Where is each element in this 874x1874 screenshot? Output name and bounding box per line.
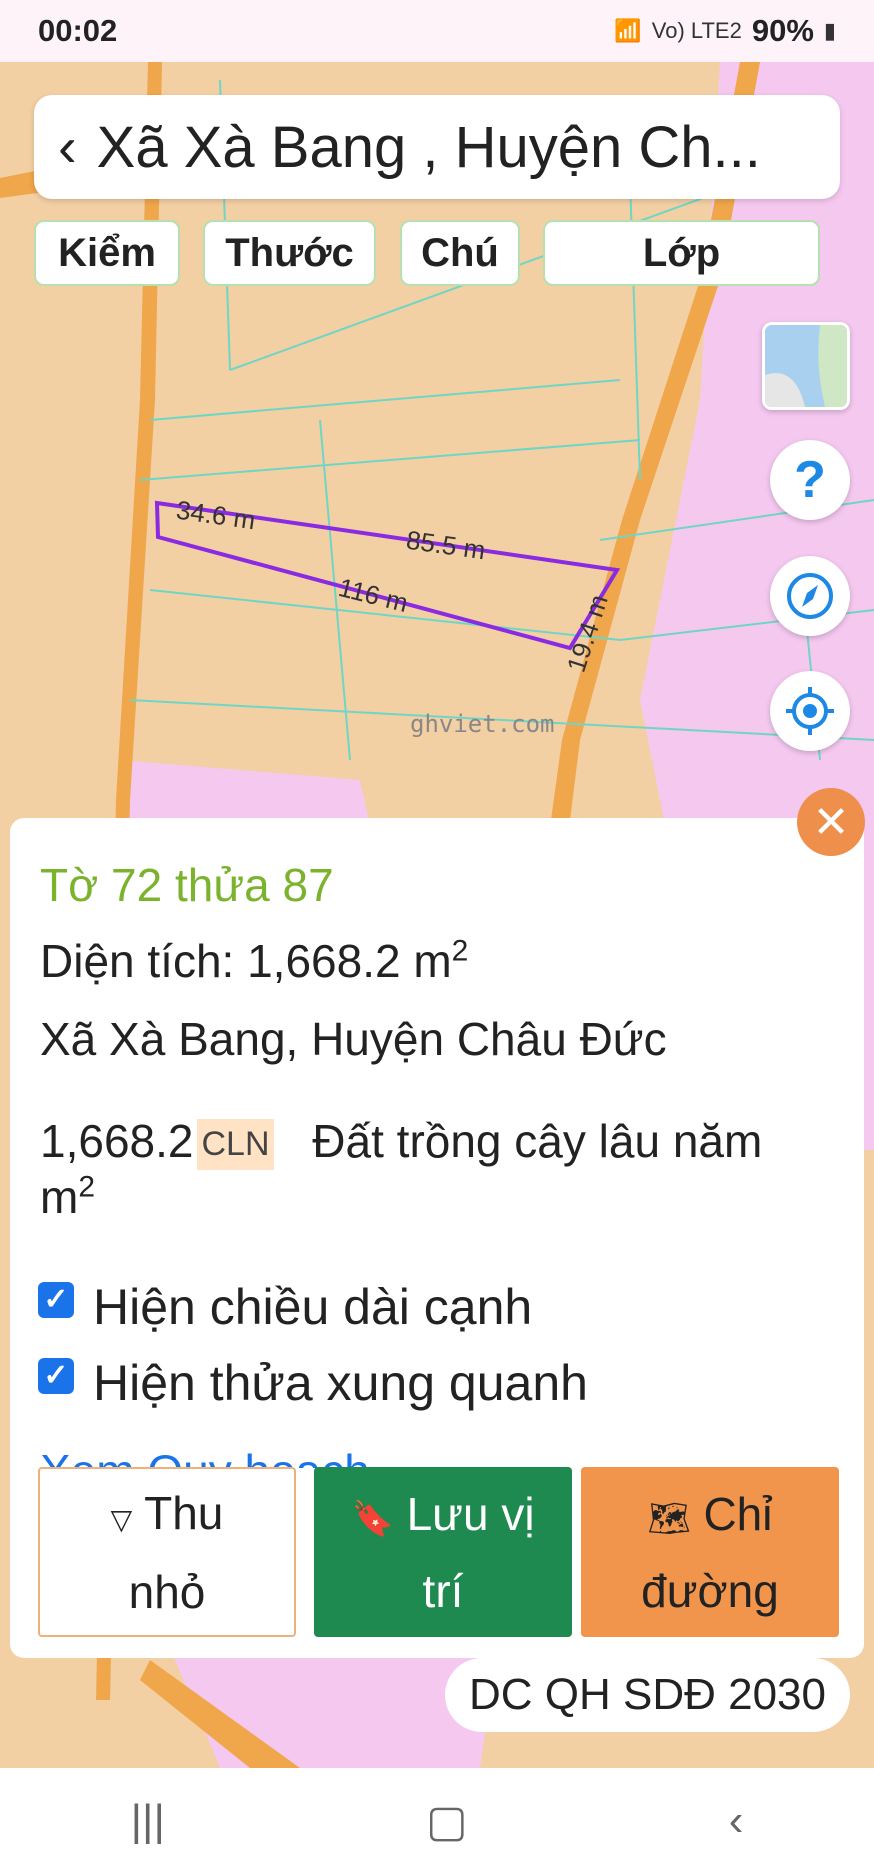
system-nav-bar: ||| ▢ ‹ [0, 1768, 874, 1874]
page-title[interactable]: Xã Xà Bang , Huyện Ch... [97, 114, 807, 181]
triangle-down-icon: ▽ [110, 1503, 133, 1535]
planning-layer-badge[interactable]: DC QH SDĐ 2030 [444, 1658, 850, 1732]
show-neighbors-checkbox[interactable]: ✓ [38, 1358, 74, 1394]
thuoc-button[interactable]: Thước [203, 220, 376, 286]
battery-text: 90% [751, 13, 814, 48]
recent-apps-icon[interactable]: ||| [131, 1796, 165, 1846]
map-icon: 🗺 [647, 1499, 691, 1538]
home-icon[interactable]: ▢ [426, 1796, 468, 1847]
show-edge-length-label[interactable]: Hiện chiều dài cạnh [93, 1278, 532, 1336]
chevron-left-icon[interactable]: ‹ [58, 119, 77, 175]
status-bar: 00:02 📶 Vo) LTE2 90% ▮ [0, 0, 874, 62]
wifi-icon: 📶 [614, 18, 642, 43]
parcel-address: Xã Xà Bang, Huyện Châu Đức [40, 1013, 667, 1065]
map-type-icon[interactable] [762, 322, 850, 410]
help-button[interactable]: ? [770, 440, 850, 520]
battery-icon: ▮ [823, 18, 836, 43]
signal-icon: Vo) LTE2 [651, 18, 742, 43]
lop-button[interactable]: Lớp [543, 220, 820, 286]
show-neighbors-label[interactable]: Hiện thửa xung quanh [93, 1354, 588, 1412]
land-use-row: 1,668.2 CLN Đất trồng cây lâu năm m2 [40, 1115, 763, 1224]
save-location-button[interactable]: 🔖 Lưu vị trí [314, 1467, 572, 1637]
collapse-button[interactable]: ▽ Thu nhỏ [38, 1467, 296, 1637]
chu-button[interactable]: Chú [400, 220, 520, 286]
parcel-id: Tờ 72 thửa 87 [40, 859, 334, 911]
compass-icon[interactable] [770, 556, 850, 636]
search-header: ‹ Xã Xà Bang , Huyện Ch... [34, 95, 840, 199]
close-icon[interactable]: ✕ [797, 788, 865, 856]
bookmark-icon: 🔖 [351, 1499, 394, 1538]
land-type: Đất trồng cây lâu năm [312, 1115, 763, 1167]
show-edge-length-checkbox[interactable]: ✓ [38, 1282, 74, 1318]
status-time: 00:02 [38, 13, 118, 48]
my-location-icon[interactable] [770, 671, 850, 751]
parcel-area: Diện tích: 1,668.2 m2 [40, 934, 469, 987]
back-icon[interactable]: ‹ [729, 1796, 744, 1846]
directions-button[interactable]: 🗺 Chỉ đường [581, 1467, 839, 1637]
land-code-badge: CLN [197, 1119, 274, 1171]
map-watermark: ghviet.com [410, 710, 555, 738]
zoning-link[interactable]: Xem Quy hoạch [40, 1448, 370, 1468]
kiem-button[interactable]: Kiểm [34, 220, 180, 286]
